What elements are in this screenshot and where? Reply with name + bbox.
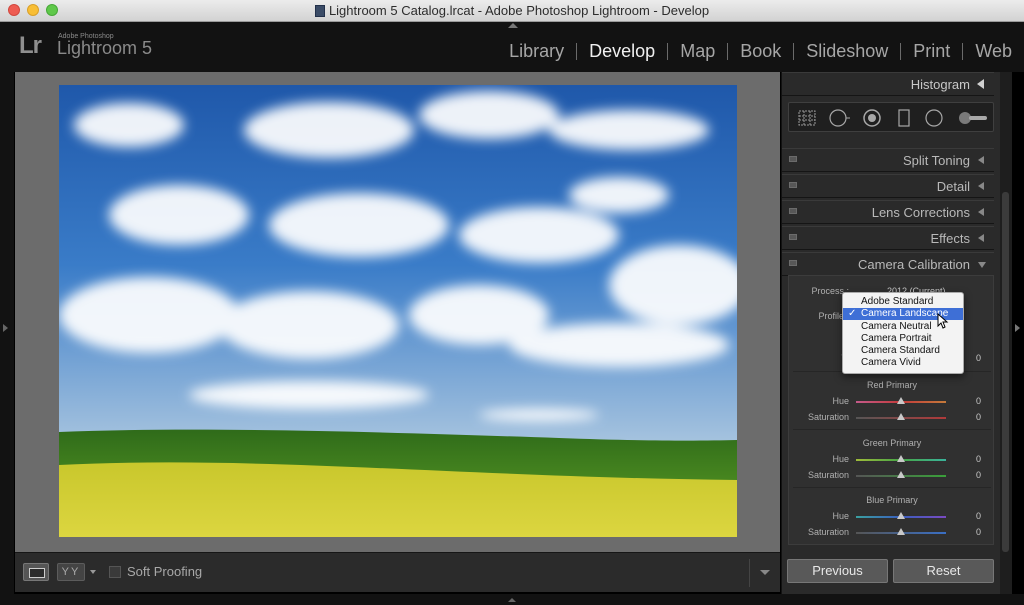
soft-proofing-label[interactable]: Soft Proofing: [127, 564, 202, 579]
graduated-filter-icon[interactable]: [893, 108, 915, 128]
panel-toggle-switch[interactable]: [789, 234, 797, 240]
collapse-triangle-icon: [978, 262, 986, 268]
panel-header-detail[interactable]: Detail: [782, 174, 994, 198]
section-divider: [793, 429, 991, 430]
module-develop[interactable]: Develop: [577, 41, 667, 62]
crop-overlay-icon[interactable]: [796, 108, 818, 128]
panel-toggle-switch[interactable]: [789, 260, 797, 266]
expand-triangle-icon: [978, 208, 984, 216]
module-library[interactable]: Library: [497, 41, 576, 62]
red-hue-slider-thumb[interactable]: [897, 397, 905, 404]
panel-header-lens-corrections[interactable]: Lens Corrections: [782, 200, 994, 224]
collapse-top-panel-icon[interactable]: [508, 23, 518, 28]
landscape-photo: [59, 85, 737, 537]
section-divider: [793, 487, 991, 488]
develop-tool-strip: [788, 102, 994, 132]
blue-saturation-value[interactable]: 0: [976, 527, 981, 537]
tint-value[interactable]: 0: [976, 353, 981, 363]
blue-hue-slider-thumb[interactable]: [897, 512, 905, 519]
module-tabs: Library Develop Map Book Slideshow Print…: [497, 41, 1012, 62]
profile-option-adobe-standard[interactable]: Adobe Standard: [843, 296, 963, 308]
green-primary-title: Green Primary: [862, 438, 922, 448]
expand-left-panel-icon[interactable]: [3, 324, 8, 332]
window-titlebar: Lightroom 5 Catalog.lrcat - Adobe Photos…: [0, 0, 1024, 22]
module-slideshow[interactable]: Slideshow: [794, 41, 900, 62]
profile-option-camera-standard[interactable]: Camera Standard: [843, 345, 963, 357]
red-saturation-value[interactable]: 0: [976, 412, 981, 422]
brand-product-name: Lightroom 5: [57, 38, 153, 58]
green-saturation-value[interactable]: 0: [976, 470, 981, 480]
previous-button[interactable]: Previous: [787, 559, 888, 583]
checkmark-icon: ✓: [848, 308, 857, 319]
collapse-right-panel-icon[interactable]: [1015, 324, 1020, 332]
collapse-triangle-icon: [977, 79, 984, 89]
panel-toggle-switch[interactable]: [789, 208, 797, 214]
panel-title-split-toning: Split Toning: [903, 153, 970, 168]
profile-option-label: Camera Landscape: [861, 308, 949, 319]
panel-toggle-switch[interactable]: [789, 156, 797, 162]
green-hue-label: Hue: [832, 454, 849, 464]
panel-header-split-toning[interactable]: Split Toning: [782, 148, 994, 172]
profile-dropdown-menu: Adobe Standard ✓ Camera Landscape Camera…: [842, 292, 964, 374]
image-canvas[interactable]: [15, 72, 780, 552]
panel-toggle-switch[interactable]: [789, 182, 797, 188]
panel-title-lens-corrections: Lens Corrections: [871, 205, 970, 220]
module-map[interactable]: Map: [668, 41, 727, 62]
window-title-text: Lightroom 5 Catalog.lrcat - Adobe Photos…: [328, 3, 710, 18]
radial-filter-icon[interactable]: [923, 108, 945, 128]
catalog-document-icon: [314, 5, 325, 17]
profile-option-camera-vivid[interactable]: Camera Vivid: [843, 357, 963, 369]
module-book[interactable]: Book: [728, 41, 793, 62]
expand-filmstrip-icon[interactable]: [508, 598, 516, 602]
panel-title-histogram: Histogram: [910, 77, 970, 92]
mouse-pointer-icon: [937, 313, 949, 329]
red-saturation-slider-thumb[interactable]: [897, 413, 905, 420]
left-panel-edge[interactable]: [0, 72, 14, 595]
before-after-menu-icon[interactable]: [90, 570, 96, 574]
expand-triangle-icon: [978, 234, 984, 242]
profile-label: Profile: [818, 311, 844, 321]
window-title: Lightroom 5 Catalog.lrcat - Adobe Photos…: [0, 3, 1024, 18]
module-web[interactable]: Web: [963, 41, 1012, 62]
reset-button[interactable]: Reset: [893, 559, 994, 583]
loupe-view-button[interactable]: [23, 563, 49, 581]
panel-title-camera-calibration: Camera Calibration: [858, 257, 970, 272]
blue-hue-value[interactable]: 0: [976, 511, 981, 521]
soft-proofing-checkbox[interactable]: [109, 566, 121, 578]
before-after-view-button[interactable]: YY: [57, 563, 85, 581]
photo-preview: [59, 85, 737, 537]
blue-hue-label: Hue: [832, 511, 849, 521]
adjustment-brush-icon[interactable]: [957, 108, 989, 128]
red-saturation-label: Saturation: [807, 412, 849, 422]
red-hue-value[interactable]: 0: [976, 396, 981, 406]
green-hue-slider-thumb[interactable]: [897, 455, 905, 462]
right-panel-scrollbar[interactable]: [1000, 72, 1012, 594]
red-eye-icon[interactable]: [861, 108, 883, 128]
toolbar-divider: [749, 559, 750, 587]
profile-option-camera-portrait[interactable]: Camera Portrait: [843, 333, 963, 345]
red-primary-title: Red Primary: [866, 380, 917, 390]
expand-triangle-icon: [978, 182, 984, 190]
scrollbar-thumb[interactable]: [1002, 192, 1009, 552]
panel-title-detail: Detail: [936, 179, 970, 194]
panel-header-effects[interactable]: Effects: [782, 226, 994, 250]
develop-toolbar: YY Soft Proofing: [15, 552, 780, 592]
module-picker-bar: Lr Adobe Photoshop Lightroom 5 Library D…: [0, 22, 1024, 72]
green-saturation-label: Saturation: [807, 470, 849, 480]
spot-removal-icon[interactable]: [828, 108, 850, 128]
green-hue-value[interactable]: 0: [976, 454, 981, 464]
blue-saturation-slider-thumb[interactable]: [897, 528, 905, 535]
lightroom-logo: Lr: [19, 32, 42, 59]
panel-header-camera-calibration[interactable]: Camera Calibration: [782, 252, 994, 276]
expand-triangle-icon: [978, 156, 984, 164]
panel-title-effects: Effects: [930, 231, 970, 246]
blue-saturation-label: Saturation: [807, 527, 849, 537]
module-print[interactable]: Print: [901, 41, 962, 62]
red-hue-label: Hue: [832, 396, 849, 406]
toolbar-content-menu-icon[interactable]: [760, 570, 770, 575]
blue-primary-title: Blue Primary: [866, 495, 918, 505]
green-saturation-slider-thumb[interactable]: [897, 471, 905, 478]
panel-header-histogram[interactable]: Histogram: [782, 72, 994, 96]
